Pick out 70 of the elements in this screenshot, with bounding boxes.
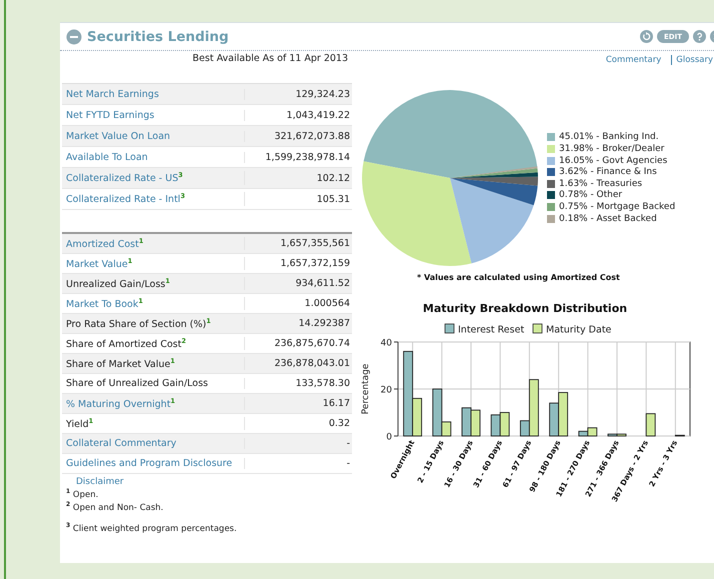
row-label[interactable]: Available To Loan bbox=[62, 152, 245, 162]
legend-label: 16.05% - Govt Agencies bbox=[559, 156, 668, 166]
footnote: $^{3}$ Client weighted program percentages. bbox=[66, 523, 237, 536]
row-value: 16.17 bbox=[322, 398, 351, 409]
header-link[interactable]: Glossary bbox=[676, 55, 713, 65]
axis-tick-label: 20 bbox=[380, 386, 392, 396]
row-label[interactable]: Net March Earnings bbox=[62, 88, 245, 100]
legend-label: Interest Reset bbox=[458, 324, 524, 336]
axis-tick-label: 40 bbox=[380, 338, 392, 348]
help-icon[interactable] bbox=[693, 30, 706, 43]
bar bbox=[490, 414, 501, 436]
as-of-date: Best Available As of 11 Apr 2013 bbox=[192, 52, 349, 66]
chart-title: Maturity Breakdown Distribution bbox=[422, 302, 628, 315]
row-label: Unrealized Gain/Loss$^{1}$ bbox=[62, 276, 245, 290]
row-label[interactable]: Net FYTD Earnings bbox=[62, 110, 245, 120]
bar bbox=[462, 407, 472, 436]
bar bbox=[558, 392, 568, 436]
axis-title: Percentage bbox=[361, 364, 371, 414]
row-value: - bbox=[346, 438, 351, 449]
bar bbox=[549, 402, 560, 436]
row-label[interactable]: Market Value On Loan bbox=[62, 130, 245, 142]
row-label: Yield$^{1}$ bbox=[62, 416, 245, 430]
disclaimer-link[interactable]: Disclaimer bbox=[76, 477, 124, 487]
footnote: $^{2}$ Open and Non- Cash. bbox=[66, 502, 164, 515]
row-value: 1,657,372,159 bbox=[279, 258, 351, 269]
row-value: 133,578.30 bbox=[294, 378, 351, 389]
axis-tick-label: 0 bbox=[386, 432, 392, 442]
footnote: $^{1}$ Open. bbox=[66, 489, 98, 502]
panel-title: Securities Lending bbox=[87, 28, 229, 44]
bar bbox=[646, 413, 656, 436]
row-value: 1,043,419.22 bbox=[286, 110, 351, 120]
bar bbox=[500, 412, 510, 436]
chart-note: * Values are calculated using Amortized Cost bbox=[417, 273, 621, 282]
row-value: - bbox=[346, 458, 351, 469]
legend-label: 1.63% - Treasuries bbox=[559, 178, 642, 189]
legend-label: 3.62% - Finance & Ins bbox=[559, 167, 657, 178]
legend-label: 0.18% - Asset Backed bbox=[559, 214, 657, 224]
legend-label: 0.75% - Mortgage Backed bbox=[559, 202, 676, 212]
row-value: 934,611.52 bbox=[294, 278, 351, 289]
row-label[interactable]: Market Value$^{1}$ bbox=[62, 256, 245, 270]
row-label: Share of Market Value$^{1}$ bbox=[62, 356, 245, 370]
row-value: 236,878,043.01 bbox=[273, 358, 351, 369]
row-value: 1.000564 bbox=[304, 298, 351, 309]
header-link[interactable]: Commentary bbox=[606, 55, 662, 65]
row-label: Pro Rata Share of Section (%)$^{1}$ bbox=[62, 316, 245, 330]
row-value: 321,672,073.88 bbox=[273, 130, 351, 142]
row-label[interactable]: Collateral Commentary bbox=[62, 438, 245, 449]
row-label: Share of Unrealized Gain/Loss bbox=[62, 378, 245, 389]
row-label: Share of Amortized Cost$^{2}$ bbox=[62, 336, 245, 350]
collapse-icon[interactable] bbox=[66, 28, 82, 44]
row-value: 1,599,238,978.14 bbox=[264, 152, 351, 162]
row-label[interactable]: Guidelines and Program Disclosure bbox=[62, 458, 245, 469]
row-label[interactable]: Collateralized Rate - US$^{3}$ bbox=[62, 171, 245, 185]
row-value: 14.292387 bbox=[298, 318, 351, 329]
row-value: 105.31 bbox=[316, 194, 351, 204]
refresh-icon[interactable] bbox=[640, 30, 654, 43]
row-value: 1,657,355,561 bbox=[279, 238, 351, 249]
row-value: 129,324.23 bbox=[294, 88, 351, 100]
row-label[interactable]: Amortized Cost$^{1}$ bbox=[62, 236, 245, 250]
bar bbox=[470, 410, 480, 436]
row-value: 102.12 bbox=[316, 172, 351, 184]
row-value: 0.32 bbox=[328, 418, 351, 429]
row-label[interactable]: Market To Book$^{1}$ bbox=[62, 296, 245, 310]
legend-label: Maturity Date bbox=[546, 324, 612, 336]
row-label[interactable]: Collateralized Rate - Intl$^{3}$ bbox=[62, 192, 245, 206]
legend-label: 31.98% - Broker/Dealer bbox=[559, 144, 664, 154]
legend-label: 0.78% - Other bbox=[559, 190, 622, 200]
legend-label: 45.01% - Banking Ind. bbox=[559, 132, 659, 142]
row-value: 236,875,670.74 bbox=[273, 338, 351, 349]
row-label[interactable]: % Maturing Overnight$^{1}$ bbox=[62, 396, 245, 410]
